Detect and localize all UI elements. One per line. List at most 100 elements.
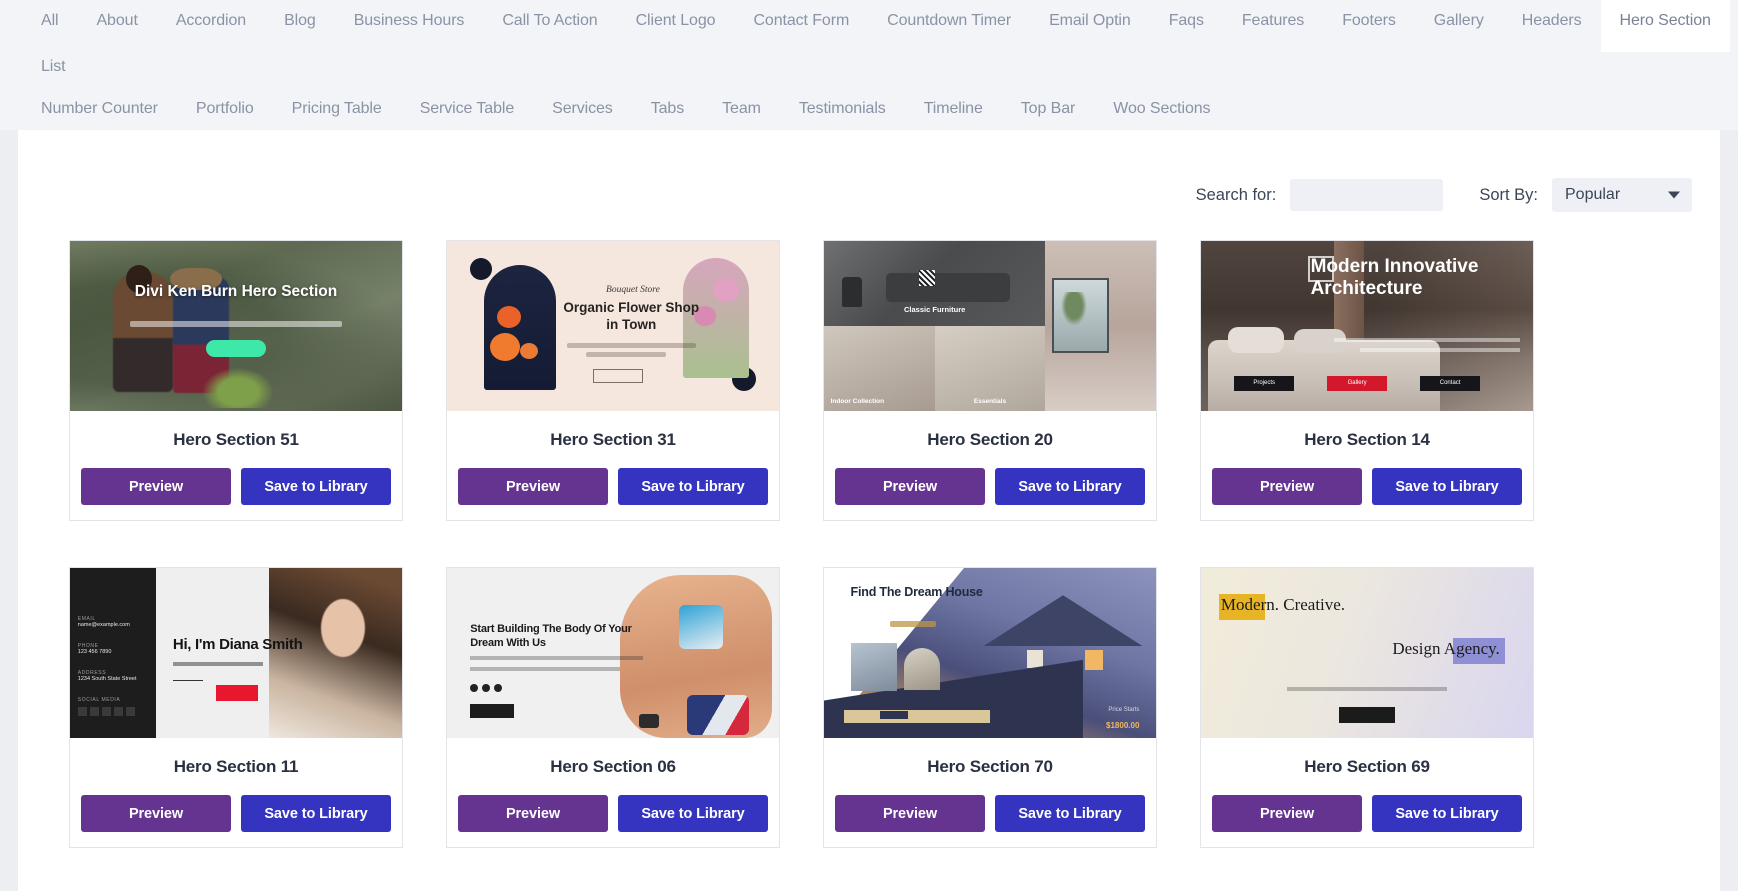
filter-item-testimonials[interactable]: Testimonials — [780, 88, 905, 130]
filter-item-contact-form[interactable]: Contact Form — [734, 0, 868, 42]
filter-item-services[interactable]: Services — [533, 88, 632, 130]
thumb-btn: Contact — [1420, 375, 1481, 391]
filter-item-timeline[interactable]: Timeline — [905, 88, 1002, 130]
filter-item-team[interactable]: Team — [703, 88, 780, 130]
layout-card: Find The Dream House Price Starts $1800.… — [823, 567, 1157, 848]
filter-item-accordion[interactable]: Accordion — [157, 0, 265, 42]
layout-thumbnail[interactable]: Divi Ken Burn Hero Section — [70, 241, 402, 411]
preview-button[interactable]: Preview — [81, 468, 231, 505]
layout-thumbnail[interactable]: Find The Dream House Price Starts $1800.… — [824, 568, 1156, 738]
thumb-heading: Modern Innovative Architecture — [1310, 256, 1479, 300]
library-toolbar: Search for: Sort By: Popular — [18, 130, 1720, 212]
thumb-cta — [470, 704, 515, 718]
filter-item-client-logo[interactable]: Client Logo — [617, 0, 735, 42]
layout-card: Modern. Creative. Design Agency. Hero Se… — [1200, 567, 1534, 848]
filter-item-number-counter[interactable]: Number Counter — [22, 88, 177, 130]
thumb-btn: Projects — [1234, 375, 1295, 391]
layout-thumbnail[interactable]: Modern Innovative Architecture Projects … — [1201, 241, 1533, 411]
thumb-heading: Find The Dream House — [850, 585, 983, 599]
layout-card-title: Hero Section 11 — [173, 757, 299, 776]
layout-card-title: Hero Section 51 — [173, 430, 299, 449]
preview-button[interactable]: Preview — [1212, 468, 1362, 505]
thumb-cta — [206, 339, 266, 357]
filter-item-headers[interactable]: Headers — [1503, 0, 1601, 42]
filter-item-hero-section[interactable]: Hero Section — [1600, 0, 1730, 52]
save-to-library-button[interactable]: Save to Library — [241, 795, 391, 832]
layout-thumbnail[interactable]: Bouquet Store Organic Flower Shop in Tow… — [447, 241, 779, 411]
filter-item-email-optin[interactable]: Email Optin — [1030, 0, 1150, 42]
layout-card-title: Hero Section 20 — [927, 430, 1053, 449]
filter-item-about[interactable]: About — [77, 0, 156, 42]
search-input[interactable] — [1290, 179, 1444, 211]
layout-card: Modern Innovative Architecture Projects … — [1200, 240, 1534, 521]
filter-item-call-to-action[interactable]: Call To Action — [483, 0, 616, 42]
save-to-library-button[interactable]: Save to Library — [1372, 468, 1522, 505]
category-filter-nav: All About Accordion Blog Business Hours Call … — [0, 0, 1738, 130]
thumb-heading-2: Design Agency. — [1392, 639, 1500, 659]
sort-by-select[interactable]: Popular — [1552, 178, 1692, 212]
layout-card-title: Hero Section 06 — [550, 757, 676, 776]
preview-button[interactable]: Preview — [1212, 795, 1362, 832]
thumb-btn — [216, 685, 259, 702]
thumb-art: EMAIL name@example.com PHONE 123 456 789… — [70, 568, 402, 738]
filter-item-faqs[interactable]: Faqs — [1150, 0, 1223, 42]
layout-thumbnail[interactable]: Modern. Creative. Design Agency. — [1201, 568, 1533, 738]
category-filter-row: All About Accordion Blog Business Hours Call … — [0, 0, 1738, 130]
layout-thumbnail[interactable]: EMAIL name@example.com PHONE 123 456 789… — [70, 568, 402, 738]
filter-item-portfolio[interactable]: Portfolio — [177, 88, 273, 130]
thumb-tag: Essentials — [973, 398, 1007, 406]
filter-item-all[interactable]: All — [22, 0, 77, 42]
filter-item-footers[interactable]: Footers — [1323, 0, 1415, 42]
filter-item-service-table[interactable]: Service Table — [401, 88, 533, 130]
filter-item-blog[interactable]: Blog — [265, 0, 335, 42]
filter-item-pricing-table[interactable]: Pricing Table — [273, 88, 401, 130]
layout-card-actions: Preview Save to Library — [824, 777, 1156, 847]
layout-thumbnail[interactable]: Start Building The Body Of Your Dream Wi… — [447, 568, 779, 738]
thumb-body — [129, 320, 343, 327]
thumb-price-label: Price Starts — [1108, 707, 1140, 714]
filter-item-woo-sections[interactable]: Woo Sections — [1094, 88, 1229, 130]
thumb-cta — [1339, 707, 1395, 724]
layout-card-actions: Preview Save to Library — [447, 450, 779, 520]
layout-card: Bouquet Store Organic Flower Shop in Tow… — [446, 240, 780, 521]
layout-card-title: Hero Section 31 — [550, 430, 676, 449]
filter-item-gallery[interactable]: Gallery — [1415, 0, 1503, 42]
preview-button[interactable]: Preview — [81, 795, 231, 832]
layout-card-actions: Preview Save to Library — [1201, 777, 1533, 847]
filter-item-features[interactable]: Features — [1223, 0, 1323, 42]
preview-button[interactable]: Preview — [835, 468, 985, 505]
thumb-heading: Modern. Creative. — [1220, 595, 1346, 615]
library-content-panel: Search for: Sort By: Popular Divi Ken Bu… — [18, 130, 1720, 891]
save-to-library-button[interactable]: Save to Library — [618, 468, 768, 505]
filter-item-countdown-timer[interactable]: Countdown Timer — [868, 0, 1030, 42]
thumb-art: Divi Ken Burn Hero Section — [70, 241, 402, 411]
sort-label: Sort By: — [1479, 185, 1538, 204]
layout-card: Classic Furniture Indoor Collection Esse… — [823, 240, 1157, 521]
thumb-btn: Gallery — [1327, 375, 1388, 391]
preview-button[interactable]: Preview — [835, 795, 985, 832]
filter-item-list[interactable]: List — [22, 46, 85, 88]
filter-item-tabs[interactable]: Tabs — [632, 88, 703, 130]
thumb-art: Modern. Creative. Design Agency. — [1201, 568, 1533, 738]
preview-button[interactable]: Preview — [458, 795, 608, 832]
thumb-art: Find The Dream House Price Starts $1800.… — [824, 568, 1156, 738]
layout-card-actions: Preview Save to Library — [70, 777, 402, 847]
search-label: Search for: — [1195, 185, 1277, 204]
thumb-btn — [173, 687, 209, 699]
save-to-library-button[interactable]: Save to Library — [995, 795, 1145, 832]
thumb-tag: Indoor Collection — [830, 398, 885, 406]
filter-item-top-bar[interactable]: Top Bar — [1002, 88, 1094, 130]
filter-item-business-hours[interactable]: Business Hours — [335, 0, 484, 42]
save-to-library-button[interactable]: Save to Library — [995, 468, 1145, 505]
thumb-price: $1800.00 — [1106, 720, 1140, 730]
page-root: All About Accordion Blog Business Hours Call … — [0, 0, 1738, 891]
save-to-library-button[interactable]: Save to Library — [1372, 795, 1522, 832]
layout-thumbnail[interactable]: Classic Furniture Indoor Collection Esse… — [824, 241, 1156, 411]
layout-card-title: Hero Section 70 — [927, 757, 1053, 776]
save-to-library-button[interactable]: Save to Library — [241, 468, 391, 505]
layout-card-actions: Preview Save to Library — [1201, 450, 1533, 520]
preview-button[interactable]: Preview — [458, 468, 608, 505]
thumb-art: Classic Furniture Indoor Collection Esse… — [824, 241, 1156, 411]
layout-card-title: Hero Section 14 — [1304, 430, 1430, 449]
save-to-library-button[interactable]: Save to Library — [618, 795, 768, 832]
